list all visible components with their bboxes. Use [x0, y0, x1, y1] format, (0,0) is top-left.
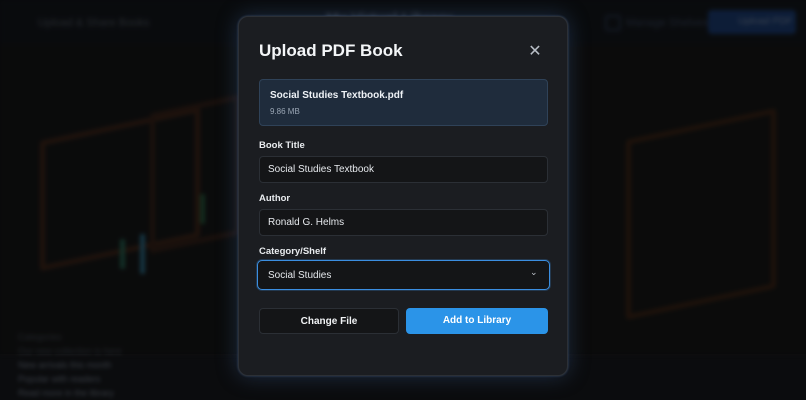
book-title-label: Book Title [259, 140, 305, 151]
file-name: Social Studies Textbook.pdf [270, 90, 404, 101]
file-size: 9.86 MB [270, 107, 300, 116]
close-icon[interactable]: ✕ [525, 42, 545, 62]
category-label: Category/Shelf [259, 246, 327, 257]
change-file-button[interactable]: Change File [259, 308, 399, 334]
category-selected-value: Social Studies [268, 270, 332, 281]
list-item: Read more in the library [18, 388, 115, 398]
upload-pdf-dialog: Upload PDF Book ✕ Social Studies Textboo… [238, 16, 568, 376]
dialog-title: Upload PDF Book [259, 41, 403, 60]
add-to-library-button[interactable]: Add to Library [406, 308, 548, 334]
selected-file-card: Social Studies Textbook.pdf 9.86 MB [259, 79, 548, 126]
list-item: Popular with readers [18, 374, 101, 384]
chevron-down-icon: ⌄ [530, 267, 538, 277]
list-item: New arrivals this month [18, 360, 112, 370]
book-title-input[interactable] [259, 156, 548, 183]
author-input[interactable] [259, 209, 548, 236]
author-label: Author [259, 193, 291, 204]
category-select[interactable]: Social Studies ⌄ [257, 260, 550, 290]
